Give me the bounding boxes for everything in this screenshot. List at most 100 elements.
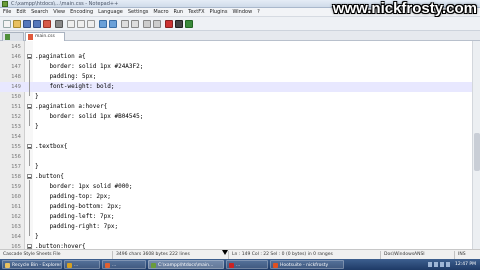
- line-number: 149: [11, 84, 21, 90]
- line-number: 145: [11, 44, 21, 50]
- menu-language[interactable]: Language: [98, 8, 123, 17]
- code-text: border: 1px solid #000;: [35, 183, 133, 190]
- menu-view[interactable]: View: [53, 8, 65, 17]
- tray-icon[interactable]: [446, 262, 450, 267]
- clock[interactable]: 12:47 PM: [455, 259, 476, 270]
- code-line[interactable]: 151 .pagination a:hover{: [0, 102, 480, 112]
- code-line[interactable]: 145: [0, 42, 480, 52]
- code-text: .pagination a:hover{: [35, 103, 108, 110]
- taskbar-item-hootsuite[interactable]: Hootsuite - nickfrosty: [270, 260, 344, 269]
- menu-file[interactable]: File: [3, 8, 11, 17]
- line-number: 162: [11, 214, 21, 220]
- tab-main-css[interactable]: main.css: [25, 32, 65, 41]
- line-number: 154: [11, 134, 21, 140]
- code-line[interactable]: 157}: [0, 162, 480, 172]
- save-icon[interactable]: [23, 20, 31, 28]
- open-file-icon[interactable]: [13, 20, 21, 28]
- tab-label: main.css: [35, 34, 55, 39]
- taskbar-item-explorer[interactable]: Recycle Bin - Explorer: [2, 260, 62, 269]
- code-line[interactable]: 159 border: 1px solid #000;: [0, 182, 480, 192]
- new-file-icon[interactable]: [3, 20, 11, 28]
- code-line[interactable]: 152 border: solid 1px #B04545;: [0, 112, 480, 122]
- code-editor[interactable]: 145 146 .pagination a{147 border: solid 1p…: [0, 41, 480, 249]
- fold-toggle-icon[interactable]: [27, 144, 32, 149]
- code-line[interactable]: 162 padding-left: 7px;: [0, 212, 480, 222]
- code-line[interactable]: 163 padding-right: 7px;: [0, 222, 480, 232]
- browser-icon: [105, 263, 110, 268]
- code-text: padding: 5px;: [35, 73, 97, 80]
- tray-icon[interactable]: [428, 262, 432, 267]
- code-line[interactable]: 150}: [0, 92, 480, 102]
- fold-toggle-icon[interactable]: [27, 54, 32, 59]
- notepadpp-icon: [2, 1, 8, 7]
- code-line[interactable]: 164}: [0, 232, 480, 242]
- code-line[interactable]: 155 .textbox{: [0, 142, 480, 152]
- line-number: 148: [11, 74, 21, 80]
- find-icon[interactable]: [121, 20, 129, 28]
- fold-guide: [29, 180, 30, 236]
- code-line[interactable]: 165 .button:hover{: [0, 242, 480, 249]
- code-line[interactable]: 153}: [0, 122, 480, 132]
- menu-run[interactable]: Run: [174, 8, 184, 17]
- fold-toggle-icon[interactable]: [27, 104, 32, 109]
- tray-icon[interactable]: [440, 262, 444, 267]
- menu-settings[interactable]: Settings: [128, 8, 149, 17]
- fold-toggle-icon[interactable]: [27, 174, 32, 179]
- line-number: 150: [11, 94, 21, 100]
- menu-macro[interactable]: Macro: [153, 8, 168, 17]
- record-macro-icon[interactable]: [165, 20, 173, 28]
- zoom-out-icon[interactable]: [153, 20, 161, 28]
- line-number: 158: [11, 174, 21, 180]
- undo-icon[interactable]: [99, 20, 107, 28]
- line-number: 156: [11, 154, 21, 160]
- code-line[interactable]: 156: [0, 152, 480, 162]
- paste-icon[interactable]: [87, 20, 95, 28]
- menu-plugins[interactable]: Plugins: [210, 8, 228, 17]
- code-text: }: [35, 93, 39, 100]
- menu-textfx[interactable]: TextFX: [188, 8, 204, 17]
- code-line[interactable]: 146 .pagination a{: [0, 52, 480, 62]
- line-number: 164: [11, 234, 21, 240]
- copy-icon[interactable]: [77, 20, 85, 28]
- stop-macro-icon[interactable]: [175, 20, 183, 28]
- taskbar-item-2[interactable]: ...: [64, 260, 100, 269]
- taskbar-item-3[interactable]: ...: [102, 260, 146, 269]
- cut-icon[interactable]: [67, 20, 75, 28]
- save-all-icon[interactable]: [33, 20, 41, 28]
- code-line[interactable]: 154: [0, 132, 480, 142]
- tab-file-1[interactable]: [2, 32, 24, 41]
- modified-file-icon: [28, 34, 33, 40]
- menu-window[interactable]: Window: [232, 8, 252, 17]
- line-number: 159: [11, 184, 21, 190]
- menu-edit[interactable]: Edit: [16, 8, 26, 17]
- taskbar-item-notepadpp[interactable]: C:\xampp\htdocs\main...: [148, 260, 224, 269]
- scrollbar-thumb[interactable]: [474, 133, 480, 171]
- menu-help[interactable]: ?: [257, 8, 260, 17]
- code-text: }: [35, 233, 39, 240]
- taskbar-item-5[interactable]: ...: [226, 260, 268, 269]
- menu-search[interactable]: Search: [31, 8, 48, 17]
- code-line[interactable]: 161 padding-bottom: 2px;: [0, 202, 480, 212]
- code-text: border: solid 1px #B04545;: [35, 113, 144, 120]
- browser-icon: [273, 263, 278, 268]
- print-icon[interactable]: [55, 20, 63, 28]
- menu-encoding[interactable]: Encoding: [70, 8, 93, 17]
- code-line[interactable]: 148 padding: 5px;: [0, 72, 480, 82]
- app-icon: [229, 263, 234, 268]
- line-number: 151: [11, 104, 21, 110]
- redo-icon[interactable]: [109, 20, 117, 28]
- notepadpp-icon: [151, 263, 156, 268]
- play-macro-icon[interactable]: [185, 20, 193, 28]
- system-tray-icons[interactable]: [428, 262, 456, 267]
- tray-icon[interactable]: [434, 262, 438, 267]
- vertical-scrollbar[interactable]: [472, 41, 480, 249]
- fold-guide: [29, 110, 30, 126]
- replace-icon[interactable]: [131, 20, 139, 28]
- status-bar: Cascade Style Sheets File 3496 chars 360…: [0, 249, 480, 259]
- code-line[interactable]: 149 font-weight: bold;: [0, 82, 480, 92]
- close-icon[interactable]: [43, 20, 51, 28]
- zoom-in-icon[interactable]: [143, 20, 151, 28]
- code-line[interactable]: 160 padding-top: 2px;: [0, 192, 480, 202]
- code-line[interactable]: 158 .button{: [0, 172, 480, 182]
- code-line[interactable]: 147 border: solid 1px #24A3F2;: [0, 62, 480, 72]
